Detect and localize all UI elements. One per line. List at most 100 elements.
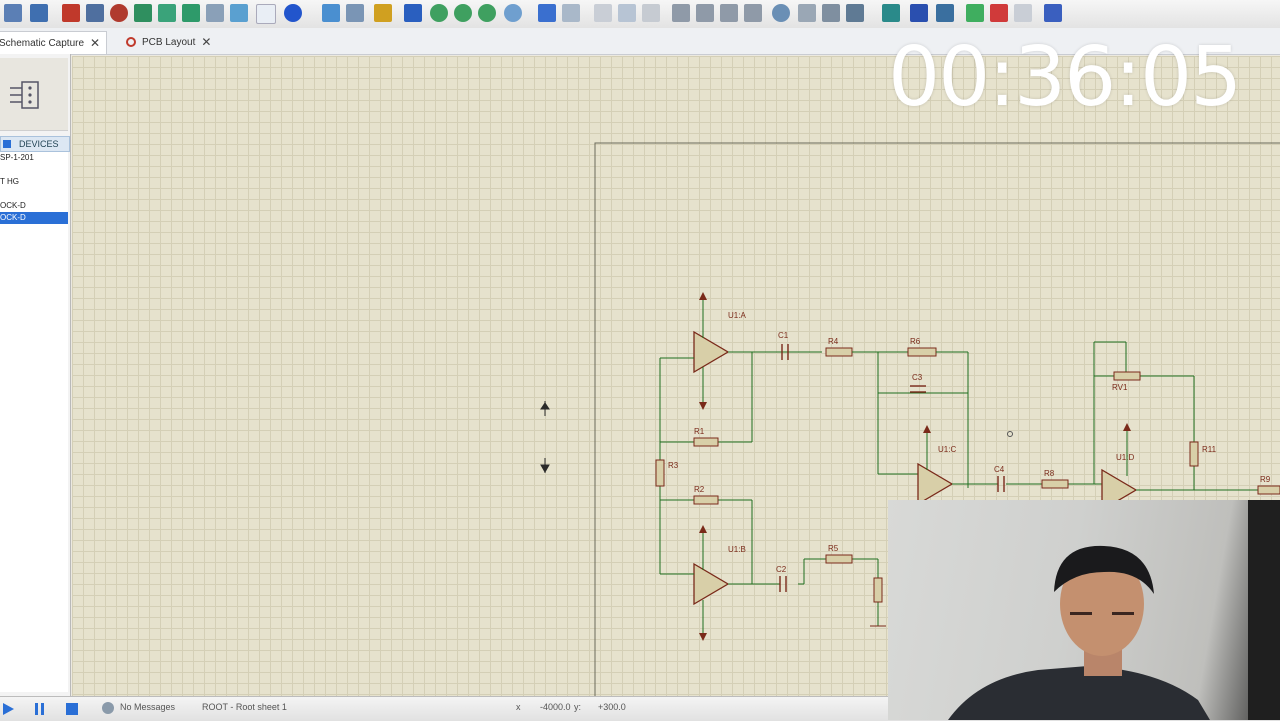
resistor-r6 (907, 347, 937, 357)
resistor-r2 (693, 495, 719, 505)
label-r11: R11 (1202, 445, 1217, 454)
label-rv1: RV1 (1112, 383, 1128, 392)
y-label: y: (574, 702, 582, 712)
tab-schematic-capture[interactable]: Schematic Capture ✕ (0, 31, 108, 54)
x-marker: x (516, 702, 521, 712)
search-tag-icon[interactable] (910, 4, 928, 22)
refresh-icon[interactable] (322, 4, 340, 22)
block-rotate-icon[interactable] (720, 4, 738, 22)
probe-icon (1007, 431, 1013, 437)
copy-icon[interactable] (618, 4, 636, 22)
decompose-icon[interactable] (846, 4, 864, 22)
recording-timer: 00:36:05 (888, 30, 1242, 125)
zoom-in-icon[interactable] (430, 4, 448, 22)
list-item[interactable]: OCK-D (0, 200, 68, 212)
label-c3: C3 (912, 373, 923, 382)
grid-icon[interactable] (346, 4, 364, 22)
design-explorer-icon[interactable] (158, 4, 176, 22)
opamp-u1b (693, 562, 730, 606)
tab-label: PCB Layout (142, 36, 196, 48)
label-u1d: U1:D (1116, 453, 1134, 462)
cut-icon[interactable] (594, 4, 612, 22)
undo-icon[interactable] (538, 4, 556, 22)
device-list: SP-1-201 T HG OCK-D OCK-D (0, 152, 68, 692)
pause-icon[interactable] (32, 701, 48, 717)
exit-to-parent-icon[interactable] (1014, 4, 1032, 22)
electrical-rule-check-icon[interactable] (1044, 4, 1062, 22)
play-icon[interactable] (0, 701, 16, 717)
resistor-r3 (655, 459, 665, 487)
pick-device-icon[interactable] (772, 4, 790, 22)
list-item-selected[interactable]: OCK-D (0, 212, 68, 224)
webcam-person-image (948, 500, 1280, 720)
zoom-out-icon[interactable] (454, 4, 472, 22)
stop-icon[interactable] (64, 701, 80, 717)
document-icon[interactable] (256, 4, 276, 24)
component-mode-button[interactable] (0, 58, 68, 131)
zoom-area-icon[interactable] (504, 4, 522, 22)
list-item[interactable]: T HG (0, 176, 68, 188)
main-toolbar (0, 0, 1280, 29)
block-move-icon[interactable] (696, 4, 714, 22)
resistor-r4 (825, 347, 853, 357)
messages-status[interactable]: No Messages (120, 702, 175, 712)
opamp-u1a (693, 330, 730, 374)
capacitor-c4 (997, 476, 1005, 492)
save-icon[interactable] (30, 4, 48, 22)
property-assignment-icon[interactable] (936, 4, 954, 22)
new-icon[interactable] (4, 4, 22, 22)
component-icon (10, 81, 39, 109)
label-r3: R3 (668, 461, 679, 470)
capacitor-c3 (910, 385, 926, 393)
label-c1: C1 (778, 331, 789, 340)
close-icon[interactable]: ✕ (90, 36, 100, 50)
label-c4: C4 (994, 465, 1005, 474)
label-r8: R8 (1044, 469, 1055, 478)
label-u1a: U1:A (728, 311, 746, 320)
resistor-r8 (1041, 479, 1069, 489)
tab-label: Schematic Capture (0, 37, 85, 49)
label-u1c: U1:C (938, 445, 956, 454)
label-u1b: U1:B (728, 545, 746, 554)
origin-icon[interactable] (374, 4, 392, 22)
label-r5: R5 (828, 544, 839, 553)
list-item[interactable] (0, 164, 68, 176)
remove-sheet-icon[interactable] (990, 4, 1008, 22)
pcb-icon[interactable] (110, 4, 128, 22)
resistor-r-shunt (873, 577, 883, 603)
list-item[interactable]: SP-1-201 (0, 152, 68, 164)
bom-icon[interactable] (182, 4, 200, 22)
gerber-icon[interactable] (134, 4, 152, 22)
label-r1: R1 (694, 427, 705, 436)
packaging-tool-icon[interactable] (822, 4, 840, 22)
message-icon (102, 702, 114, 714)
potentiometer-rv1 (1113, 371, 1141, 381)
source-icon[interactable] (206, 4, 224, 22)
schematic-icon[interactable] (86, 4, 104, 22)
resistor-r1 (693, 437, 719, 447)
list-item[interactable] (0, 188, 68, 200)
make-device-icon[interactable] (798, 4, 816, 22)
pan-icon[interactable] (404, 4, 422, 22)
wire-autorouter-icon[interactable] (882, 4, 900, 22)
home-icon[interactable] (62, 4, 80, 22)
label-c2: C2 (776, 565, 787, 574)
x-coordinate: -4000.0 (540, 702, 571, 712)
label-r9: R9 (1260, 475, 1271, 484)
sheet-status: ROOT - Root sheet 1 (202, 702, 287, 712)
block-delete-icon[interactable] (744, 4, 762, 22)
new-sheet-icon[interactable] (966, 4, 984, 22)
close-icon[interactable]: ✕ (201, 35, 211, 49)
tab-pcb-layout[interactable]: PCB Layout ✕ (120, 31, 217, 53)
help-icon[interactable] (284, 4, 302, 22)
resistor-r9 (1257, 485, 1280, 495)
block-copy-icon[interactable] (672, 4, 690, 22)
redo-icon[interactable] (562, 4, 580, 22)
zoom-all-icon[interactable] (478, 4, 496, 22)
paste-icon[interactable] (642, 4, 660, 22)
resistor-r5 (825, 554, 853, 564)
object-selector-panel: DEVICES SP-1-201 T HG OCK-D OCK-D (0, 54, 71, 696)
devices-header: DEVICES (0, 136, 70, 152)
netlist-icon[interactable] (230, 4, 248, 22)
y-coordinate: +300.0 (598, 702, 626, 712)
